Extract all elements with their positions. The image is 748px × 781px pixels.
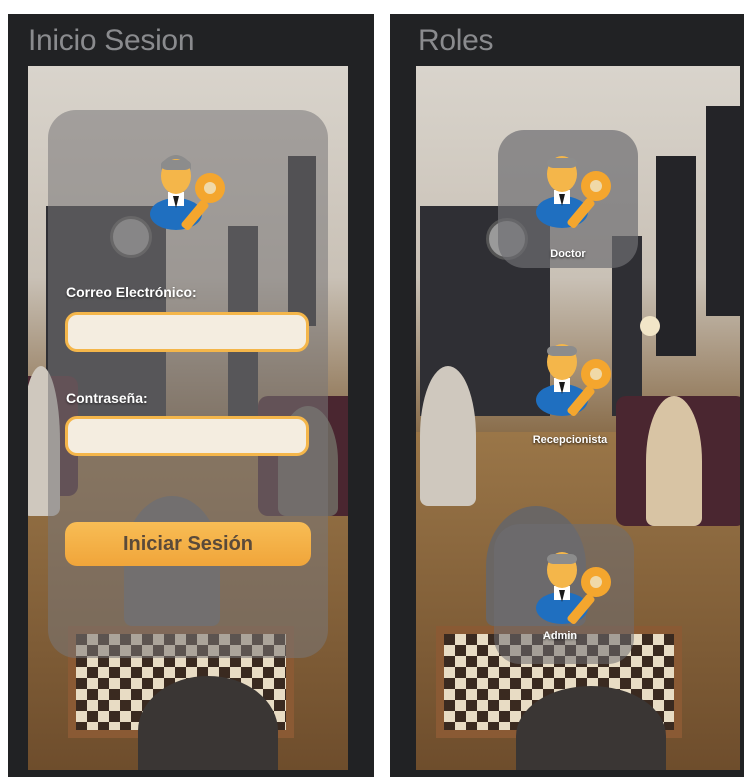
user-key-icon [536,344,611,417]
roles-screen: Roles Doctor Recepcionista Admin [390,14,744,777]
login-button[interactable]: Iniciar Sesión [65,522,311,566]
email-label: Correo Electrónico: [66,284,197,300]
roles-title: Roles [418,24,494,57]
role-admin-label: Admin [542,630,578,642]
password-label: Contraseña: [66,390,148,406]
login-screen: Inicio Sesion Correo Electrónico: Contra… [8,14,374,777]
password-input[interactable] [65,416,309,456]
login-title: Inicio Sesion [28,24,195,57]
user-key-icon [536,552,611,625]
email-input[interactable] [65,312,309,352]
role-receptionist-label: Recepcionista [532,434,608,446]
role-doctor-label: Doctor [550,248,586,260]
user-key-icon [150,155,225,231]
user-key-icon [536,156,611,229]
